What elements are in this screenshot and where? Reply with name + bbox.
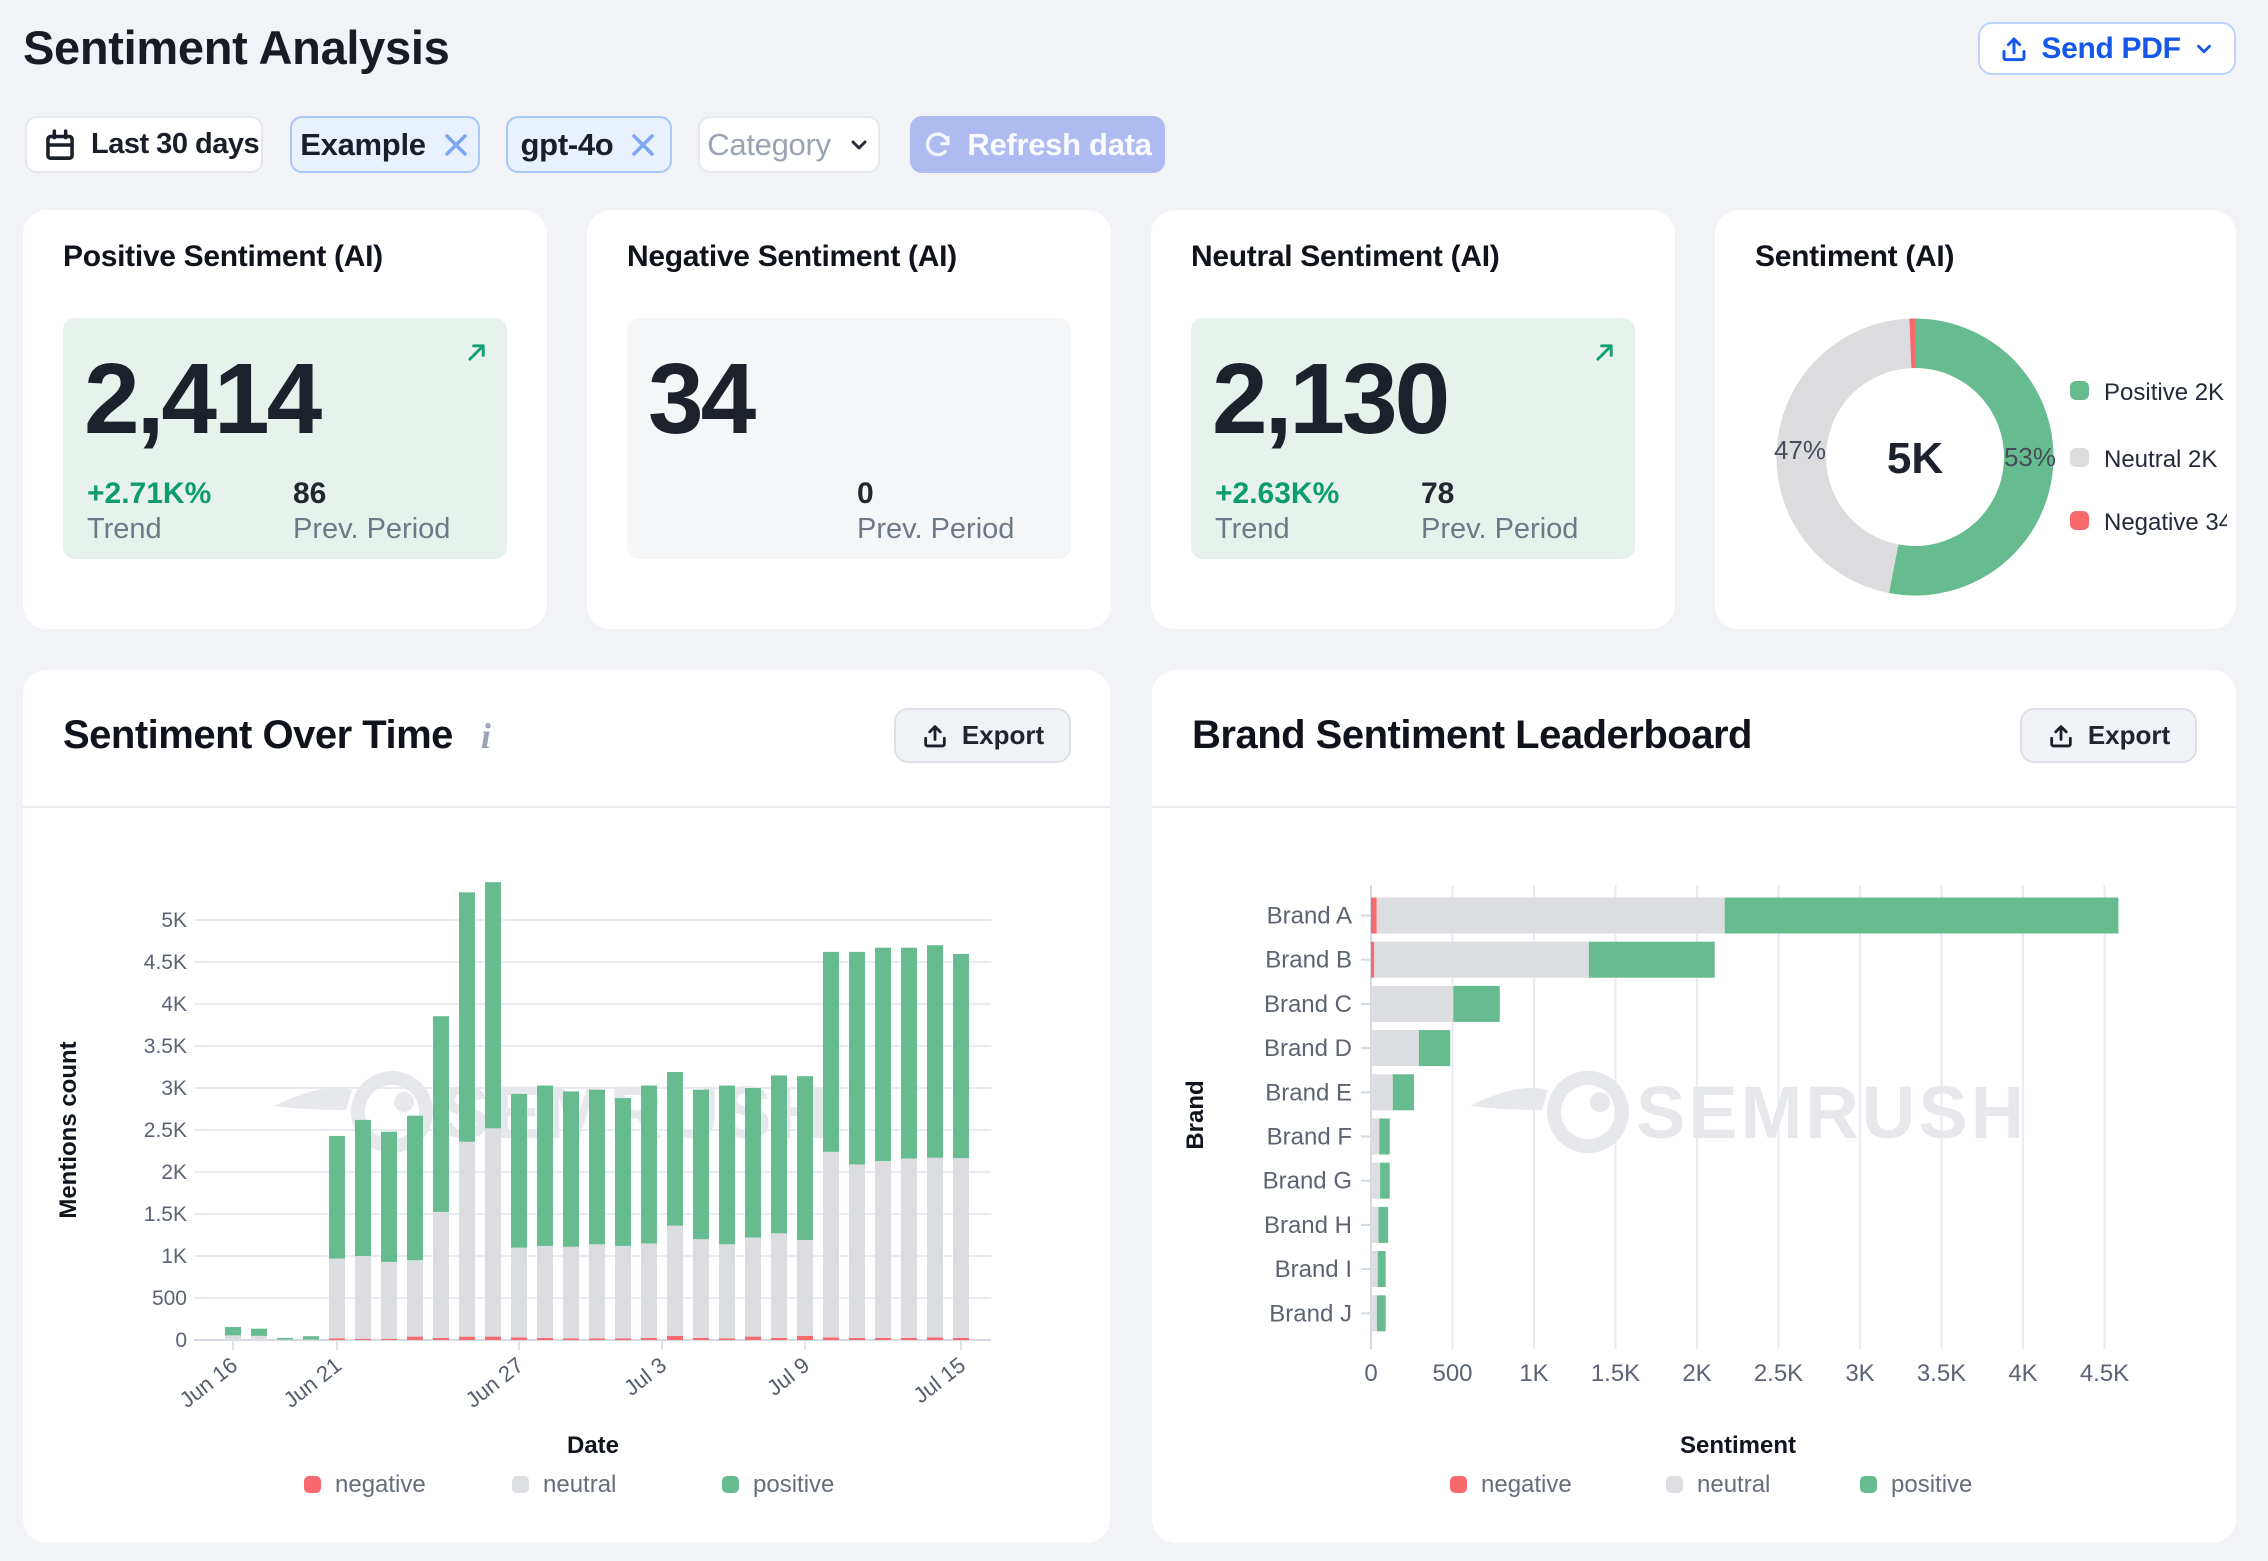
svg-text:2.5K: 2.5K — [144, 1119, 187, 1142]
svg-text:Brand C: Brand C — [1264, 991, 1352, 1018]
svg-text:0: 0 — [1364, 1360, 1377, 1387]
svg-text:Sentiment: Sentiment — [1680, 1432, 1796, 1459]
svg-text:SEMRUSH: SEMRUSH — [1636, 1071, 2027, 1154]
svg-text:Brand: Brand — [1182, 1080, 1209, 1149]
svg-text:4.5K: 4.5K — [2080, 1360, 2129, 1387]
svg-text:4.5K: 4.5K — [144, 951, 187, 974]
svg-text:Negative 34: Negative 34 — [2104, 509, 2232, 536]
svg-text:Brand I: Brand I — [1275, 1256, 1352, 1283]
svg-text:1.5K: 1.5K — [144, 1203, 187, 1226]
svg-text:47%: 47% — [1774, 435, 1826, 465]
svg-text:3.5K: 3.5K — [144, 1035, 187, 1058]
svg-text:5K: 5K — [1887, 434, 1943, 483]
svg-text:negative: negative — [335, 1471, 426, 1498]
svg-text:Positive 2K: Positive 2K — [2104, 379, 2224, 406]
svg-text:Jun 27: Jun 27 — [461, 1352, 528, 1412]
svg-text:Jun 16: Jun 16 — [175, 1352, 242, 1412]
svg-text:3K: 3K — [1845, 1360, 1874, 1387]
svg-text:500: 500 — [1432, 1360, 1472, 1387]
svg-text:4K: 4K — [2008, 1360, 2037, 1387]
svg-text:53%: 53% — [2004, 442, 2056, 472]
svg-text:2.5K: 2.5K — [1754, 1360, 1803, 1387]
svg-text:negative: negative — [1481, 1471, 1572, 1498]
svg-text:1K: 1K — [1519, 1360, 1548, 1387]
svg-text:5K: 5K — [161, 909, 187, 932]
svg-text:Brand H: Brand H — [1264, 1212, 1352, 1239]
svg-text:Jul 9: Jul 9 — [762, 1352, 814, 1400]
svg-text:Brand A: Brand A — [1267, 903, 1352, 930]
svg-text:Date: Date — [567, 1432, 619, 1459]
svg-text:Jul 15: Jul 15 — [908, 1352, 970, 1408]
svg-text:0: 0 — [175, 1329, 187, 1352]
svg-text:Neutral 2K: Neutral 2K — [2104, 446, 2217, 473]
svg-text:Brand G: Brand G — [1263, 1168, 1352, 1195]
svg-text:Brand D: Brand D — [1264, 1035, 1352, 1062]
svg-text:2K: 2K — [161, 1161, 187, 1184]
svg-text:Brand J: Brand J — [1269, 1300, 1352, 1327]
svg-text:3.5K: 3.5K — [1917, 1360, 1966, 1387]
svg-text:Brand F: Brand F — [1267, 1124, 1352, 1151]
svg-text:Brand B: Brand B — [1265, 947, 1352, 974]
svg-text:500: 500 — [152, 1287, 187, 1310]
svg-text:Jul 3: Jul 3 — [619, 1352, 671, 1400]
svg-text:1.5K: 1.5K — [1591, 1360, 1640, 1387]
svg-text:Brand E: Brand E — [1265, 1079, 1352, 1106]
svg-text:4K: 4K — [161, 993, 187, 1016]
svg-text:neutral: neutral — [543, 1471, 616, 1498]
svg-text:3K: 3K — [161, 1077, 187, 1100]
svg-text:positive: positive — [1891, 1471, 1972, 1498]
svg-text:positive: positive — [753, 1471, 834, 1498]
svg-text:Jun 21: Jun 21 — [279, 1352, 346, 1412]
svg-text:Mentions count: Mentions count — [55, 1041, 82, 1218]
svg-text:2K: 2K — [1682, 1360, 1711, 1387]
svg-text:1K: 1K — [161, 1245, 187, 1268]
svg-text:neutral: neutral — [1697, 1471, 1770, 1498]
